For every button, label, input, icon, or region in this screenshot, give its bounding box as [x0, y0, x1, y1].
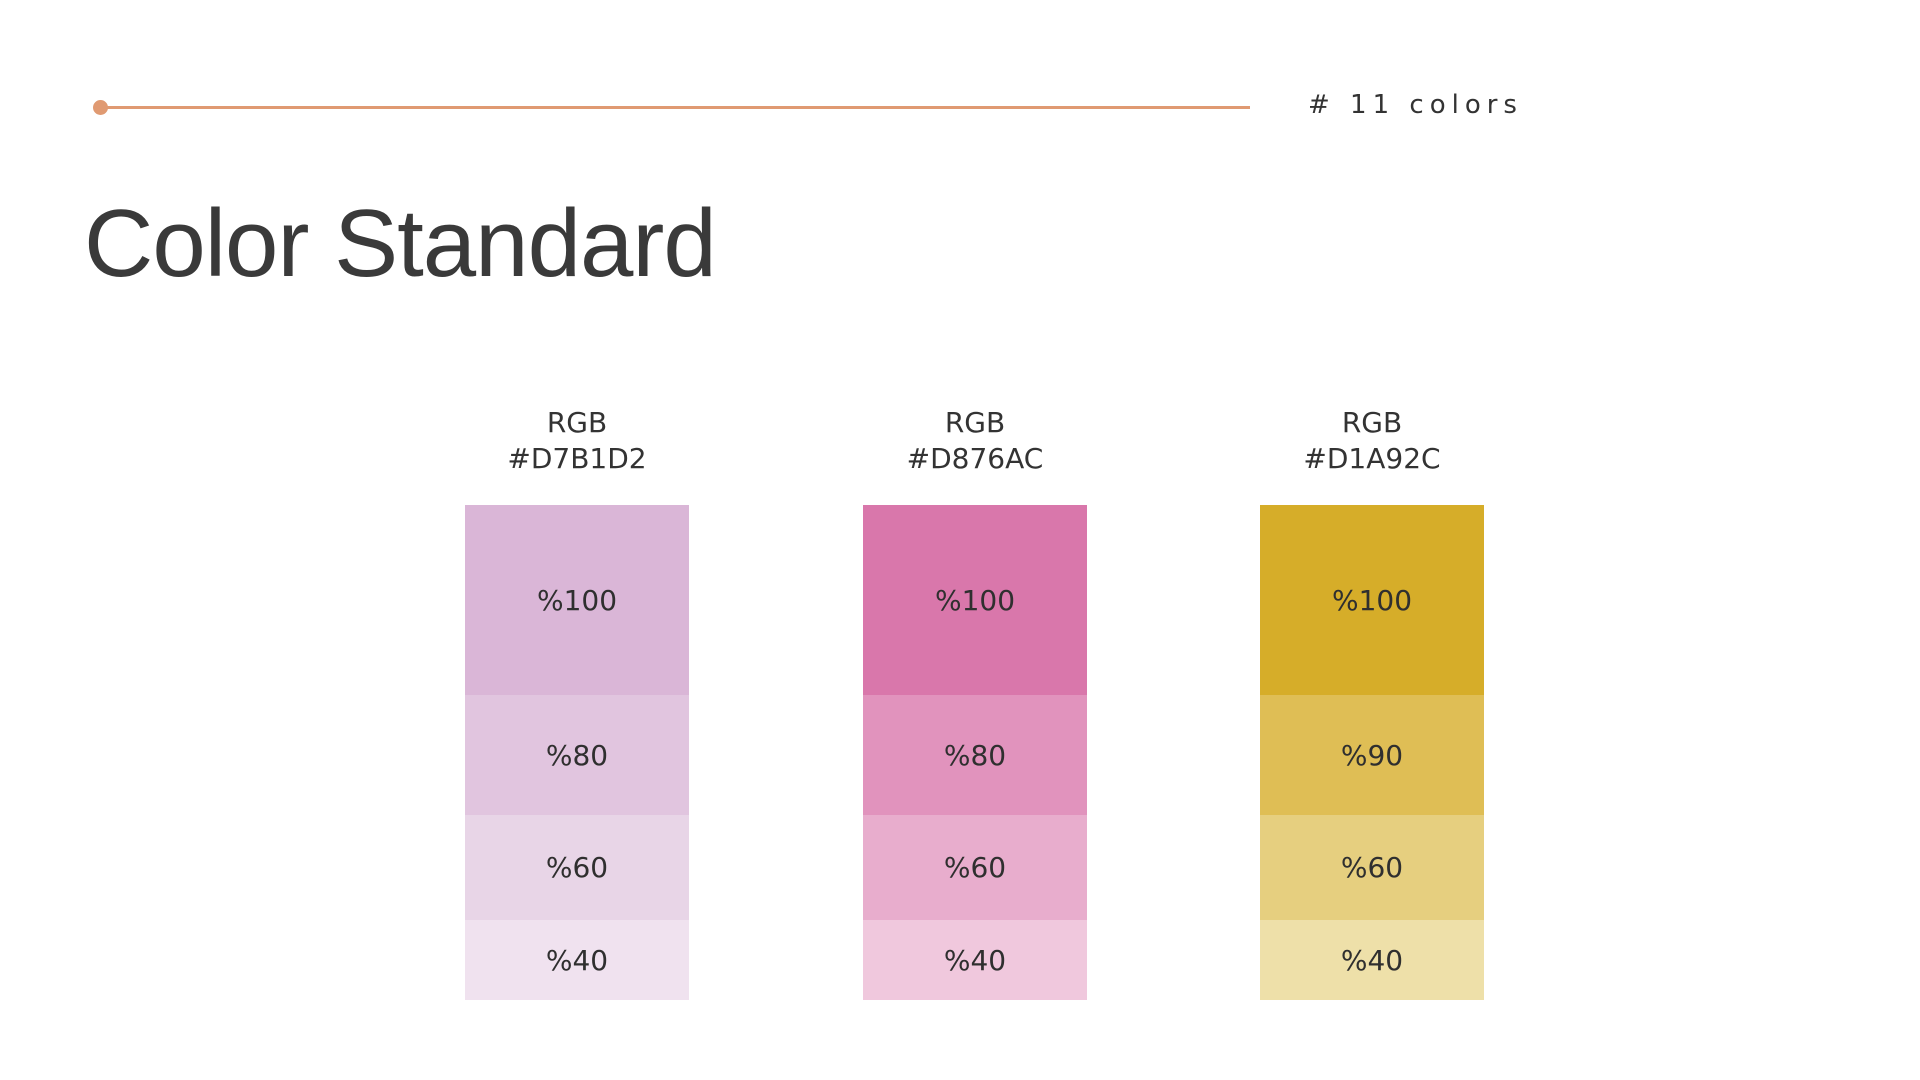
swatch-group-1: RGB #D7B1D2 %100 %80 %60 %40 — [465, 405, 689, 1000]
header-divider-dot — [93, 100, 108, 115]
page-title: Color Standard — [84, 190, 717, 297]
shade-tile: %40 — [465, 920, 689, 1000]
swatch-group-3: RGB #D1A92C %100 %90 %60 %40 — [1260, 405, 1484, 1000]
swatch-rgb-label: RGB — [546, 406, 608, 439]
swatch-stack: %100 %80 %60 %40 — [863, 505, 1087, 1000]
swatch-header: RGB #D7B1D2 — [465, 405, 689, 505]
shade-tile: %60 — [1260, 815, 1484, 920]
shade-tile: %40 — [1260, 920, 1484, 1000]
swatch-hex-code: #D7B1D2 — [507, 442, 647, 475]
shade-tile: %100 — [1260, 505, 1484, 695]
shade-tile: %90 — [1260, 695, 1484, 815]
swatch-hex-code: #D1A92C — [1303, 442, 1441, 475]
swatch-header: RGB #D1A92C — [1260, 405, 1484, 505]
header-divider-line — [100, 106, 1250, 109]
swatch-rgb-label: RGB — [1341, 406, 1403, 439]
swatch-stack: %100 %80 %60 %40 — [465, 505, 689, 1000]
swatch-stack: %100 %90 %60 %40 — [1260, 505, 1484, 1000]
shade-tile: %100 — [465, 505, 689, 695]
shade-tile: %80 — [863, 695, 1087, 815]
swatch-group-2: RGB #D876AC %100 %80 %60 %40 — [863, 405, 1087, 1000]
swatch-hex-code: #D876AC — [906, 442, 1044, 475]
shade-tile: %40 — [863, 920, 1087, 1000]
swatch-rgb-label: RGB — [944, 406, 1006, 439]
shade-tile: %60 — [863, 815, 1087, 920]
shade-tile: %60 — [465, 815, 689, 920]
color-count-label: # 11 colors — [1308, 90, 1523, 120]
swatch-header: RGB #D876AC — [863, 405, 1087, 505]
shade-tile: %80 — [465, 695, 689, 815]
shade-tile: %100 — [863, 505, 1087, 695]
